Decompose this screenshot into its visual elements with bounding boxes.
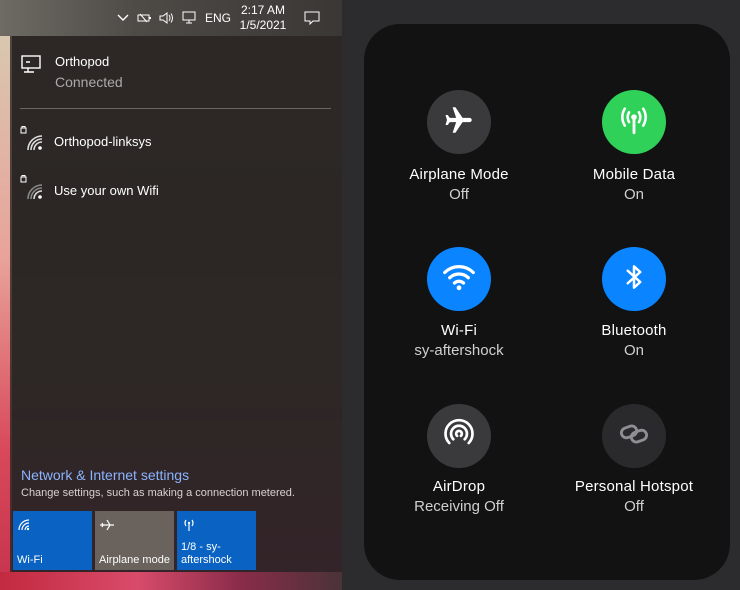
personal-hotspot-label: Personal Hotspot [574, 478, 694, 495]
divider [20, 108, 331, 109]
chevron-up-icon[interactable] [114, 0, 132, 36]
mobile-data-label: Mobile Data [592, 166, 676, 183]
network-name: Use your own Wifi [54, 183, 159, 198]
notification-icon[interactable] [300, 0, 324, 36]
network-settings-description: Change settings, such as making a connec… [21, 487, 295, 499]
airplane-icon [99, 518, 115, 535]
clock-date: 1/5/2021 [239, 18, 287, 32]
volume-icon[interactable] [158, 0, 176, 36]
antenna-icon [617, 103, 651, 142]
network-settings-link[interactable]: Network & Internet settings [21, 467, 189, 483]
personal-hotspot-toggle[interactable] [602, 404, 666, 468]
secured-wifi-icon [20, 126, 46, 152]
network-flyout: Orthopod Connected Orthopod-linksys Use … [10, 36, 342, 572]
network-name: Orthopod-linksys [54, 134, 152, 149]
airplane-icon [442, 103, 476, 142]
tile-mobile-hotspot[interactable]: 1/8 - sy- aftershock [177, 511, 256, 570]
wifi-icon [441, 259, 477, 300]
mobile-data-status: On [623, 186, 644, 203]
network-item-use-your-own-wifi[interactable]: Use your own Wifi [20, 175, 159, 201]
tile-label: Airplane mode [99, 554, 170, 566]
clock[interactable]: 2:17 AM 1/5/2021 [236, 3, 290, 33]
wifi-label: Wi-Fi [441, 322, 477, 339]
language-indicator[interactable]: ENG [204, 0, 232, 36]
tile-airplane-mode[interactable]: Airplane mode [95, 511, 174, 570]
airdrop-label: AirDrop [432, 478, 486, 495]
airdrop-status: Receiving Off [414, 498, 504, 515]
mobile-data-toggle[interactable] [602, 90, 666, 154]
airdrop-toggle[interactable] [427, 404, 491, 468]
airplane-mode-status: Off [449, 186, 469, 203]
ethernet-icon [20, 54, 46, 78]
wifi-icon [17, 518, 33, 535]
wifi-toggle[interactable] [427, 247, 491, 311]
personal-hotspot-status: Off [624, 498, 644, 515]
windows-network-panel: ENG 2:17 AM 1/5/2021 Orthopod Connected [0, 0, 342, 590]
ios-connectivity-panel [364, 24, 730, 580]
airdrop-icon [441, 416, 477, 457]
tile-wifi[interactable]: Wi-Fi [13, 511, 92, 570]
tile-label: Wi-Fi [17, 554, 43, 566]
battery-icon[interactable] [136, 0, 154, 36]
airplane-mode-label: Airplane Mode [409, 166, 509, 183]
connected-network[interactable]: Orthopod Connected [20, 54, 123, 90]
airplane-mode-toggle[interactable] [427, 90, 491, 154]
bluetooth-status: On [623, 342, 644, 359]
secured-wifi-icon [20, 175, 46, 201]
taskbar: ENG 2:17 AM 1/5/2021 [0, 0, 342, 36]
bluetooth-icon [619, 262, 649, 297]
network-item-orthopod-linksys[interactable]: Orthopod-linksys [20, 126, 152, 152]
connected-network-name: Orthopod [55, 54, 110, 69]
clock-time: 2:17 AM [240, 3, 286, 17]
hotspot-link-icon [617, 417, 651, 456]
desktop-wallpaper-bottom [0, 572, 342, 590]
tile-label: 1/8 - sy- aftershock [181, 541, 232, 566]
hotspot-icon [181, 518, 197, 535]
network-icon[interactable] [180, 0, 200, 36]
bluetooth-toggle[interactable] [602, 247, 666, 311]
connected-network-status: Connected [55, 74, 123, 90]
wifi-status: sy-aftershock [414, 342, 504, 359]
bluetooth-label: Bluetooth [601, 322, 667, 339]
